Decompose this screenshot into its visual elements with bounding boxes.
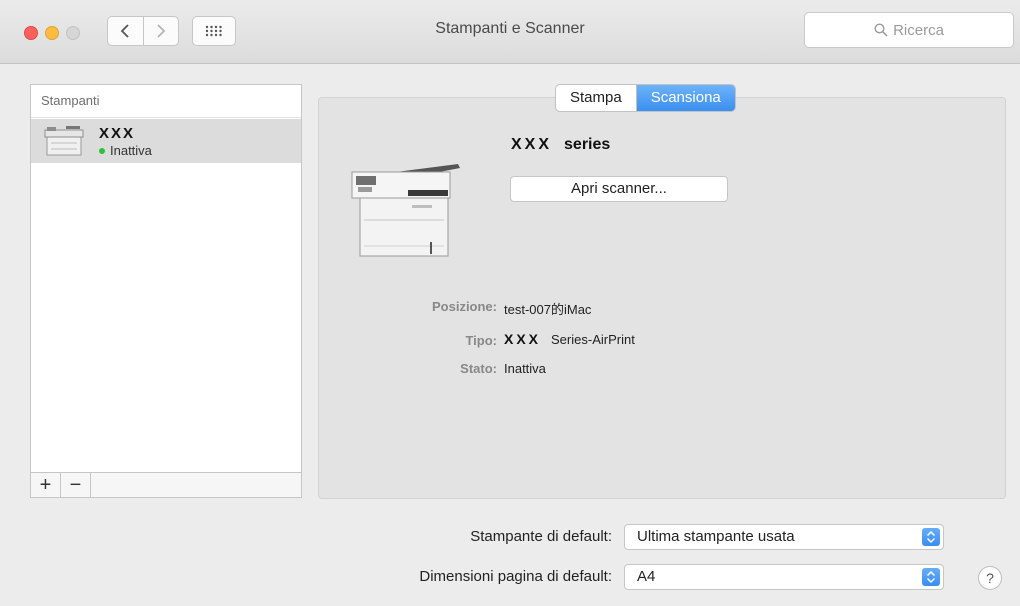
search-placeholder: Ricerca: [893, 21, 944, 39]
type-mark: XXX: [504, 331, 542, 347]
zoom-button[interactable]: [66, 26, 80, 40]
type-label: Tipo:: [465, 333, 497, 348]
state-value: Inattiva: [504, 361, 546, 376]
chevron-right-icon: [157, 24, 166, 38]
chevron-left-icon: [120, 24, 129, 38]
status-dot-icon: [99, 147, 105, 154]
default-paper-select[interactable]: A4: [624, 564, 944, 590]
default-printer-label: Stampante di default:: [470, 528, 612, 545]
default-printer-select[interactable]: Ultima stampante usata: [624, 524, 944, 550]
device-name-mark: XXX: [511, 136, 553, 153]
back-button[interactable]: [108, 17, 143, 45]
tab-scansiona[interactable]: Scansiona: [636, 85, 735, 111]
select-arrows-icon: [922, 568, 940, 586]
position-value: test-007的iMac: [504, 302, 592, 317]
grid-icon: [205, 25, 222, 37]
default-printer-value: Ultima stampante usata: [637, 528, 795, 545]
tab-stampa[interactable]: Stampa: [556, 85, 637, 111]
title-bar: Stampanti e Scanner Ricerca: [0, 0, 1020, 64]
printer-name: XXX: [99, 125, 136, 142]
select-arrows-icon: [922, 528, 940, 546]
search-field[interactable]: Ricerca: [804, 12, 1014, 48]
tab-control: Stampa Scansiona: [555, 84, 736, 112]
printer-list-item[interactable]: XXX Inattiva: [31, 119, 301, 163]
default-paper-label: Dimensioni pagina di default:: [419, 568, 612, 585]
printer-status-label: Inattiva: [110, 143, 152, 158]
remove-printer-button[interactable]: −: [61, 473, 91, 497]
navigation-buttons: [107, 16, 179, 46]
open-scanner-button[interactable]: Apri scanner...: [510, 176, 728, 202]
minimize-button[interactable]: [45, 26, 59, 40]
printer-list-header: Stampanti: [31, 85, 301, 118]
state-label: Stato:: [460, 361, 497, 376]
printer-list: Stampanti XXX Inattiva + −: [30, 84, 302, 498]
default-paper-value: A4: [637, 568, 656, 585]
printer-image-icon: [351, 164, 460, 257]
search-icon: [874, 23, 888, 37]
position-label: Posizione:: [431, 299, 497, 314]
help-button[interactable]: ?: [978, 566, 1002, 590]
forward-button[interactable]: [142, 17, 179, 45]
show-all-button[interactable]: [192, 16, 236, 46]
window-title: Stampanti e Scanner: [435, 20, 585, 37]
printer-thumbnail-icon: [44, 126, 84, 156]
close-button[interactable]: [24, 26, 38, 40]
add-printer-button[interactable]: +: [31, 473, 61, 497]
device-name-suffix: series: [564, 136, 611, 153]
type-value: XXX Series-AirPrint: [504, 331, 635, 347]
device-name: XXX series: [511, 136, 610, 154]
type-text: Series-AirPrint: [551, 332, 635, 347]
printer-list-toolbar: + −: [31, 472, 301, 497]
printer-status: Inattiva: [99, 143, 152, 158]
